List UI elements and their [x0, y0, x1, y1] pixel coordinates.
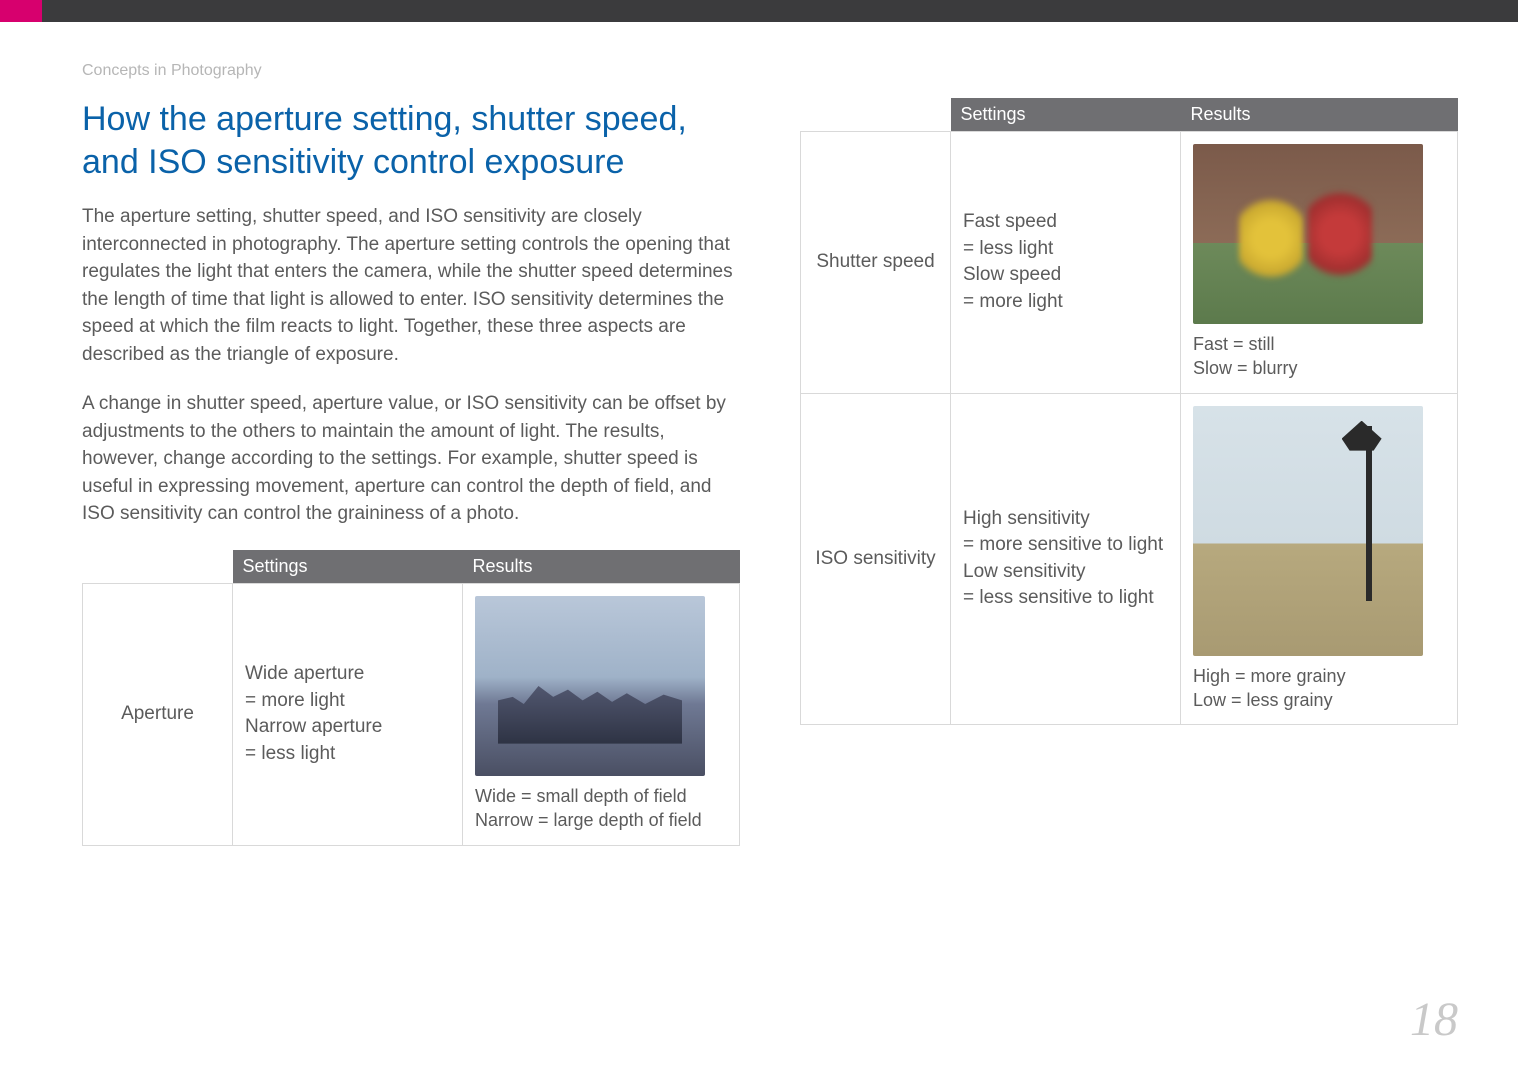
right-column: Settings Results Shutter speed Fast spee…	[800, 98, 1458, 846]
intro-paragraph-2: A change in shutter speed, aperture valu…	[82, 390, 740, 528]
accent-tab	[0, 0, 42, 22]
aperture-caption: Wide = small depth of fieldNarrow = larg…	[475, 784, 727, 833]
two-column-layout: How the aperture setting, shutter speed,…	[0, 98, 1518, 846]
page-title: How the aperture setting, shutter speed,…	[82, 98, 740, 183]
shutter-caption: Fast = stillSlow = blurry	[1193, 332, 1445, 381]
exposure-table-left: Settings Results Aperture Wide aperture=…	[82, 550, 740, 846]
header-settings: Settings	[951, 98, 1181, 132]
iso-caption: High = more grainyLow = less grainy	[1193, 664, 1445, 713]
header-blank	[801, 98, 951, 132]
row-shutter: Shutter speed Fast speed= less lightSlow…	[801, 132, 1458, 394]
header-settings: Settings	[233, 550, 463, 584]
table-header-row: Settings Results	[801, 98, 1458, 132]
row-iso: ISO sensitivity High sensitivity= more s…	[801, 393, 1458, 725]
exposure-table-right: Settings Results Shutter speed Fast spee…	[800, 98, 1458, 725]
shutter-results: Fast = stillSlow = blurry	[1181, 132, 1458, 394]
intro-paragraph-1: The aperture setting, shutter speed, and…	[82, 203, 740, 368]
aperture-example-image	[475, 596, 705, 776]
iso-settings: High sensitivity= more sensitive to ligh…	[951, 393, 1181, 725]
row-aperture: Aperture Wide aperture= more lightNarrow…	[83, 584, 740, 846]
shutter-example-image	[1193, 144, 1423, 324]
page-number: 18	[1410, 992, 1458, 1047]
left-column: How the aperture setting, shutter speed,…	[82, 98, 740, 846]
table-header-row: Settings Results	[83, 550, 740, 584]
aperture-settings: Wide aperture= more lightNarrow aperture…	[233, 584, 463, 846]
row-label-shutter: Shutter speed	[801, 132, 951, 394]
aperture-results: Wide = small depth of fieldNarrow = larg…	[463, 584, 740, 846]
breadcrumb: Concepts in Photography	[82, 62, 1518, 80]
header-results: Results	[463, 550, 740, 584]
top-bar	[0, 0, 1518, 22]
header-blank	[83, 550, 233, 584]
shutter-settings: Fast speed= less lightSlow speed= more l…	[951, 132, 1181, 394]
row-label-iso: ISO sensitivity	[801, 393, 951, 725]
row-label-aperture: Aperture	[83, 584, 233, 846]
iso-results: High = more grainyLow = less grainy	[1181, 393, 1458, 725]
iso-example-image	[1193, 406, 1423, 656]
header-results: Results	[1181, 98, 1458, 132]
page-content: Concepts in Photography How the aperture…	[0, 22, 1518, 1075]
